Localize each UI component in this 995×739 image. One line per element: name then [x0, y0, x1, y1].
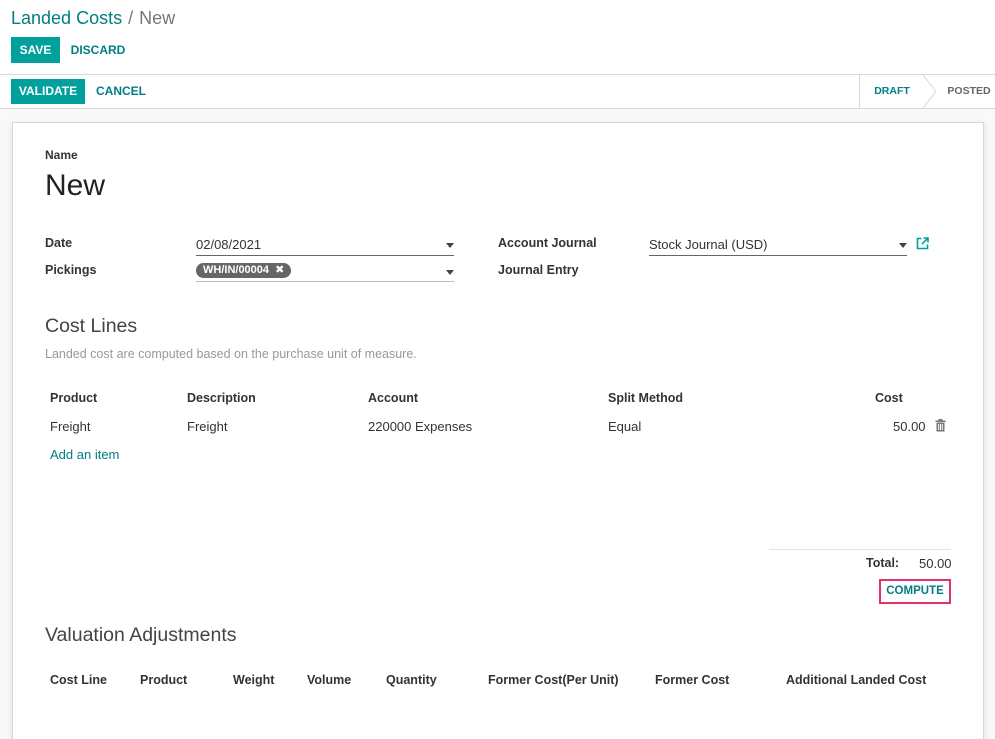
column-val-product[interactable]: Product: [140, 673, 187, 687]
date-caret-icon[interactable]: [446, 243, 454, 248]
account-journal-input[interactable]: Stock Journal (USD): [649, 237, 767, 252]
valuation-title: Valuation Adjustments: [45, 624, 237, 646]
column-description[interactable]: Description: [187, 391, 256, 405]
external-link-icon[interactable]: [916, 237, 929, 250]
date-label: Date: [45, 236, 73, 250]
trash-icon[interactable]: [935, 419, 946, 432]
column-cost-line[interactable]: Cost Line: [50, 673, 107, 687]
pickings-label: Pickings: [45, 263, 97, 277]
cell-cost[interactable]: 50.00: [893, 419, 926, 434]
total-label: Total:: [866, 556, 900, 570]
date-underline: [196, 255, 454, 256]
stage-draft[interactable]: DRAFT: [860, 75, 924, 108]
stage-posted[interactable]: POSTED: [940, 75, 995, 108]
breadcrumb: Landed Costs / New: [11, 8, 175, 29]
total-value: 50.00: [919, 556, 952, 571]
column-cost[interactable]: Cost: [875, 391, 903, 405]
control-panel: Landed Costs / New SAVE DISCARD: [0, 0, 995, 75]
save-button[interactable]: SAVE: [11, 37, 60, 63]
close-icon[interactable]: ✖: [275, 264, 284, 276]
date-input[interactable]: 02/08/2021: [196, 237, 261, 252]
total-divider: [769, 549, 951, 550]
cell-account[interactable]: 220000 Expenses: [368, 419, 472, 434]
cell-product[interactable]: Freight: [50, 419, 90, 434]
name-input[interactable]: New: [45, 169, 105, 203]
column-split-method[interactable]: Split Method: [608, 391, 683, 405]
cost-lines-hint: Landed cost are computed based on the pu…: [45, 347, 417, 361]
pickings-underline: [196, 281, 454, 282]
column-product[interactable]: Product: [50, 391, 97, 405]
cell-description[interactable]: Freight: [187, 419, 227, 434]
breadcrumb-separator: /: [128, 8, 134, 28]
picking-tag: WH/IN/00004 ✖: [196, 263, 292, 278]
account-journal-caret-icon[interactable]: [899, 243, 907, 248]
journal-entry-label: Journal Entry: [498, 263, 579, 277]
column-former-cost-per-unit[interactable]: Former Cost(Per Unit): [488, 673, 619, 687]
statusbar: VALIDATE CANCEL DRAFT POSTED: [0, 75, 995, 109]
column-quantity[interactable]: Quantity: [386, 673, 437, 687]
column-former-cost[interactable]: Former Cost: [655, 673, 729, 687]
breadcrumb-current: New: [139, 8, 176, 28]
cost-lines-title: Cost Lines: [45, 315, 138, 337]
compute-label: COMPUTE: [886, 585, 944, 597]
cell-split-method[interactable]: Equal: [608, 419, 641, 434]
add-item-link[interactable]: Add an item: [50, 447, 119, 462]
stage-chevron-icon: [922, 75, 937, 108]
account-journal-underline: [649, 255, 907, 256]
validate-button[interactable]: VALIDATE: [11, 79, 85, 104]
cancel-button[interactable]: CANCEL: [90, 79, 152, 104]
account-journal-label: Account Journal: [498, 236, 597, 250]
compute-button[interactable]: COMPUTE: [879, 579, 951, 604]
column-volume[interactable]: Volume: [307, 673, 351, 687]
column-account[interactable]: Account: [368, 391, 418, 405]
column-weight[interactable]: Weight: [233, 673, 274, 687]
name-label: Name: [45, 148, 78, 162]
discard-button[interactable]: DISCARD: [66, 37, 130, 63]
form-sheet: Name New Date 02/08/2021 Pickings WH/IN/…: [12, 122, 984, 739]
picking-tag-label: WH/IN/00004: [203, 264, 270, 276]
status-stages: DRAFT POSTED: [859, 75, 995, 108]
breadcrumb-parent[interactable]: Landed Costs: [11, 8, 122, 28]
column-additional-landed-cost[interactable]: Additional Landed Cost: [786, 673, 926, 687]
pickings-caret-icon[interactable]: [446, 270, 454, 275]
